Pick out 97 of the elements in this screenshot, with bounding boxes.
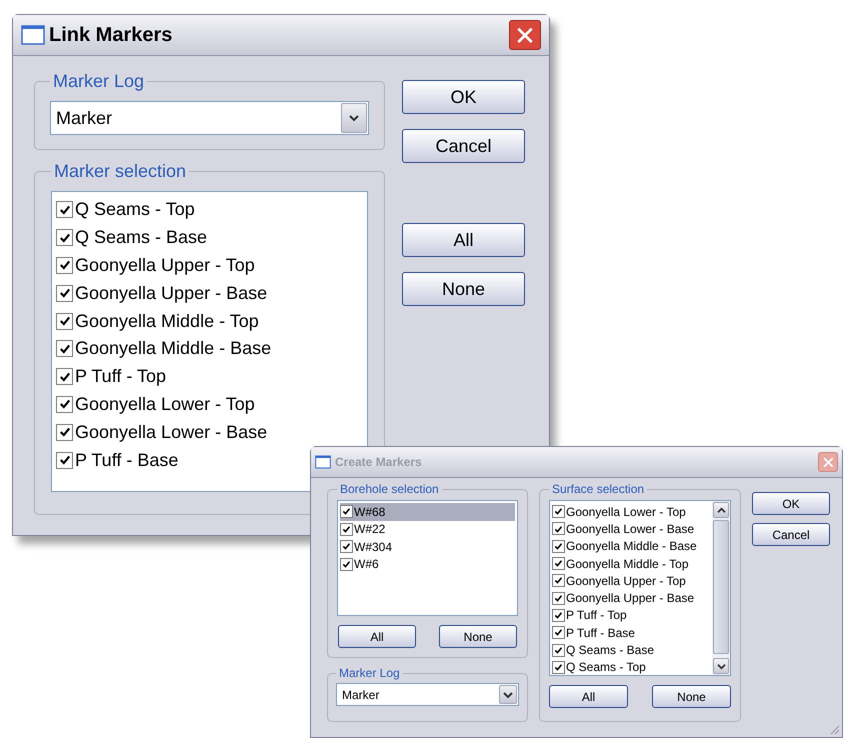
check-icon	[58, 232, 70, 244]
checkbox[interactable]	[552, 505, 565, 518]
list-item[interactable]: W#68	[340, 503, 515, 520]
checkbox[interactable]	[340, 505, 353, 518]
checkbox[interactable]	[552, 540, 565, 553]
checkbox[interactable]	[56, 201, 73, 218]
list-item[interactable]: Goonyella Upper - Base	[566, 589, 694, 608]
dropdown-field[interactable]: Marker	[336, 683, 519, 706]
list-item[interactable]: W#22	[340, 520, 515, 538]
group-label: Surface selection	[551, 481, 646, 498]
select-none-button[interactable]: None	[439, 625, 517, 648]
check-icon	[58, 259, 70, 272]
ok-button[interactable]: OK	[752, 492, 830, 515]
checkbox[interactable]	[552, 592, 565, 605]
chevron-down-icon	[349, 114, 359, 122]
select-none-button[interactable]: None	[402, 272, 525, 306]
list-item[interactable]: Goonyella Middle - Base	[566, 537, 697, 556]
checkbox[interactable]	[340, 540, 353, 554]
list-item[interactable]: Goonyella Upper - Top	[75, 252, 255, 279]
checkbox[interactable]	[552, 522, 565, 536]
close-icon	[516, 26, 534, 44]
group-label: Borehole selection	[339, 481, 440, 498]
chevron-down-icon	[716, 662, 726, 670]
chevron-up-icon	[716, 506, 726, 514]
list-item[interactable]: Goonyella Middle - Top	[566, 554, 689, 573]
scroll-down-button[interactable]	[713, 658, 729, 674]
scrollbar[interactable]	[712, 501, 730, 675]
scroll-thumb[interactable]	[713, 520, 729, 654]
list-item[interactable]: Q Seams - Top	[566, 658, 646, 675]
checkbox[interactable]	[56, 396, 73, 413]
close-icon	[822, 456, 834, 468]
check-icon	[58, 315, 70, 328]
list-item[interactable]: P Tuff - Top	[75, 363, 166, 390]
checkbox[interactable]	[552, 644, 565, 657]
window-icon	[315, 455, 331, 469]
check-icon	[58, 287, 70, 300]
window-title: Link Markers	[49, 23, 172, 48]
checkbox[interactable]	[56, 424, 73, 441]
checkbox[interactable]	[56, 256, 73, 274]
list-item[interactable]: Goonyella Lower - Base	[566, 520, 694, 538]
list-item[interactable]: Goonyella Lower - Top	[566, 502, 686, 521]
list-item[interactable]: Q Seams - Base	[566, 641, 654, 660]
checkbox[interactable]	[552, 660, 565, 674]
checkbox[interactable]	[56, 340, 73, 358]
list-item[interactable]: P Tuff - Base	[566, 624, 635, 642]
list-item[interactable]: P Tuff - Base	[75, 446, 178, 474]
checkbox[interactable]	[56, 452, 73, 469]
list-item[interactable]: Goonyella Lower - Top	[75, 390, 255, 418]
checkbox[interactable]	[56, 229, 73, 246]
item-label: W#22	[354, 521, 386, 538]
checkbox[interactable]	[552, 626, 565, 640]
group-label: Marker Log	[52, 70, 146, 93]
dropdown-button[interactable]	[499, 685, 517, 704]
dropdown-button[interactable]	[341, 103, 367, 133]
checkbox[interactable]	[340, 558, 353, 571]
list-item[interactable]: Q Seams - Top	[75, 196, 195, 224]
item-label: W#304	[354, 538, 392, 556]
select-all-button[interactable]: All	[402, 223, 525, 257]
list-item[interactable]: Goonyella Middle - Base	[75, 335, 272, 362]
list-item[interactable]: W#304	[340, 538, 515, 556]
list-item[interactable]: Goonyella Upper - Base	[75, 280, 268, 307]
checkbox[interactable]	[56, 368, 73, 386]
window-icon	[21, 25, 45, 45]
close-button[interactable]	[509, 20, 541, 50]
item-label: W#6	[354, 556, 379, 574]
resize-grip-icon[interactable]	[828, 723, 840, 735]
check-icon	[58, 398, 70, 410]
check-icon	[58, 454, 70, 466]
dropdown-field[interactable]: Marker	[50, 101, 369, 135]
select-all-button[interactable]: All	[549, 685, 628, 708]
check-icon	[58, 342, 70, 355]
list-item[interactable]: Q Seams - Base	[75, 224, 208, 252]
scroll-up-button[interactable]	[713, 502, 729, 518]
checkbox[interactable]	[552, 574, 565, 588]
check-icon	[58, 204, 70, 216]
checkbox[interactable]	[552, 557, 565, 570]
window-title: Create Markers	[335, 454, 422, 471]
check-icon	[58, 370, 70, 383]
select-none-button[interactable]: None	[652, 685, 731, 708]
list-item[interactable]: Goonyella Lower - Base	[75, 418, 268, 446]
checkbox[interactable]	[340, 522, 353, 536]
checkbox[interactable]	[56, 312, 73, 330]
group-label: Marker Log	[338, 665, 401, 682]
select-all-button[interactable]: All	[338, 625, 416, 648]
checkbox[interactable]	[552, 608, 565, 622]
chevron-down-icon	[503, 690, 513, 698]
list-item[interactable]: Goonyella Upper - Top	[566, 572, 686, 590]
item-label: W#68	[354, 504, 386, 521]
group-label: Marker selection	[53, 160, 188, 183]
cancel-button[interactable]: Cancel	[752, 523, 830, 546]
ok-button[interactable]: OK	[402, 80, 525, 114]
list-item[interactable]: W#6	[340, 556, 515, 573]
list-item[interactable]: P Tuff - Top	[566, 606, 627, 624]
list-item[interactable]: Goonyella Middle - Top	[75, 308, 259, 335]
checkbox[interactable]	[56, 284, 73, 302]
cancel-button[interactable]: Cancel	[402, 129, 525, 163]
check-icon	[58, 426, 70, 438]
